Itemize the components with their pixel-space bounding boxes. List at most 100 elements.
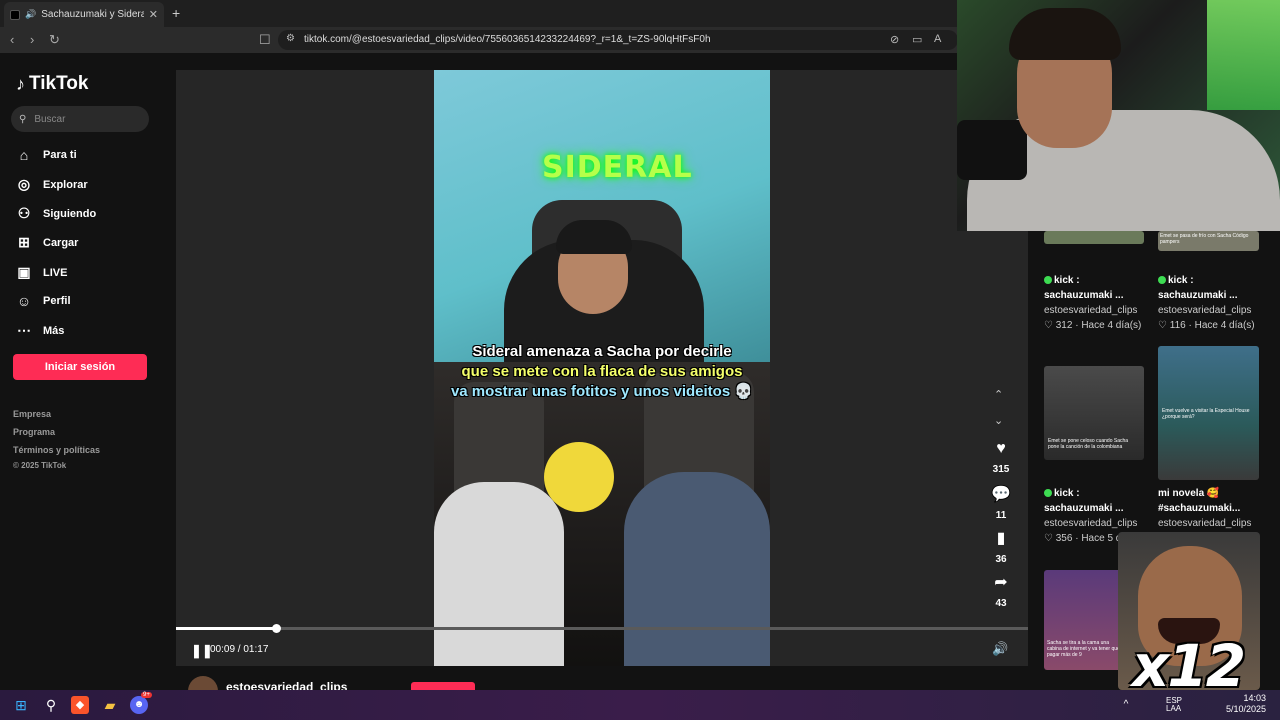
sidebar-item-explorar[interactable]: ◎ Explorar (15, 176, 88, 193)
site-info-icon[interactable]: ⚙ (286, 33, 295, 44)
video-caption: Sideral amenaza a Sacha por decirle que … (434, 342, 770, 402)
discord-icon[interactable]: ☻ (130, 696, 148, 714)
heart-icon: ♥ (996, 440, 1006, 457)
video-player[interactable]: SIDERAL Sideral amenaza a Sacha por deci… (176, 70, 1028, 666)
clock[interactable]: 14:03 5/10/2025 (1226, 693, 1266, 715)
sidebar-item-cargar[interactable]: ⊞ Cargar (15, 234, 78, 251)
volume-icon[interactable]: 🔊 (992, 641, 1008, 657)
upload-icon: ⊞ (18, 234, 30, 250)
caption-line-3: va mostrar unas fotitos y unos videitos … (450, 383, 754, 400)
comment-icon: 💬 (991, 486, 1011, 503)
video-thumbnail[interactable]: Emet se pone celoso cuando Sacha pone la… (1044, 366, 1144, 460)
streamer-webcam (957, 0, 1280, 231)
chevron-up-icon[interactable]: ⌃ (994, 388, 1003, 401)
heart-outline-icon: ♡ (1158, 320, 1167, 331)
clock-time: 14:03 (1243, 693, 1267, 703)
copyright: © 2025 TikTok (13, 461, 67, 470)
video-top-scene: SIDERAL (434, 70, 770, 362)
heart-outline-icon: ♡ (1044, 320, 1053, 331)
thumbnail-caption: Sacha se tira a la cama una cabina de in… (1047, 640, 1120, 658)
card-date: Hace 4 día(s) (1081, 320, 1142, 331)
search-icon: ⚲ (19, 113, 27, 125)
comment-button[interactable]: 💬 11 (988, 484, 1014, 521)
list-item[interactable]: kick : sachauzumaki ... estoesvariedad_c… (1158, 273, 1270, 333)
footer-link-empresa[interactable]: Empresa (13, 409, 51, 419)
chevron-down-icon[interactable]: ⌄ (994, 414, 1003, 427)
footer-link-programa[interactable]: Programa (13, 427, 55, 437)
browser-tab[interactable]: 🔊 Sachauzumaki y Sideral: Un V ✕ (4, 2, 164, 27)
video-thumbnail[interactable]: Emet se pasa de frío con Sacha Código pa… (1158, 231, 1259, 251)
layout-code: LAA (1166, 704, 1182, 713)
logo-text: TikTok (29, 73, 89, 94)
search-input[interactable]: ⚲ Buscar (11, 106, 149, 132)
sidebar-item-mas[interactable]: ⋯ Más (15, 322, 64, 339)
save-button[interactable]: ▮ 36 (988, 528, 1014, 565)
card-date: Hace 4 día(s) (1194, 320, 1255, 331)
list-item[interactable]: kick : sachauzumaki ... estoesvariedad_c… (1044, 273, 1152, 333)
list-item[interactable]: mi novela 🥰 #sachauzumaki... estoesvarie… (1158, 486, 1270, 531)
like-button[interactable]: ♥ 315 (988, 440, 1014, 475)
neon-sign: SIDERAL (542, 150, 693, 185)
tiktok-note-icon: ♪ (16, 73, 25, 94)
progress-fill (176, 627, 276, 630)
progress-track[interactable] (176, 627, 1028, 630)
meme-multiplier: x12 (1132, 632, 1246, 690)
heart-outline-icon: ♡ (1044, 533, 1053, 544)
login-button[interactable]: Iniciar sesión (13, 354, 147, 380)
tracking-icon[interactable]: ⊘ (890, 33, 899, 46)
passenger-middle (544, 442, 614, 512)
live-dot-icon (1044, 489, 1052, 497)
search-placeholder: Buscar (34, 113, 66, 125)
card-subtitle: sachauzumaki ... (1158, 290, 1238, 301)
file-explorer-icon[interactable]: ▰ (101, 696, 119, 714)
card-user: estoesvariedad_clips (1044, 518, 1138, 529)
person-hair (556, 220, 632, 254)
card-user: estoesvariedad_clips (1158, 518, 1252, 529)
comment-count: 11 (995, 510, 1007, 521)
card-title: mi novela 🥰 (1158, 488, 1220, 499)
translate-icon[interactable]: A (934, 33, 941, 45)
card-title: kick : (1168, 275, 1194, 286)
sidebar-item-live[interactable]: ▣ LIVE (15, 264, 67, 281)
live-dot-icon (1158, 276, 1166, 284)
video-thumbnail[interactable] (1044, 231, 1144, 244)
forward-icon[interactable]: › (30, 32, 34, 47)
sidebar-item-label: Perfil (43, 295, 71, 307)
video-thumbnail[interactable]: Sacha se tira a la cama una cabina de in… (1044, 570, 1124, 670)
back-icon[interactable]: ‹ (10, 32, 14, 47)
share-count: 43 (995, 598, 1007, 609)
caption-line-1: Sideral amenaza a Sacha por decirle (472, 343, 732, 360)
tray-chevron-up-icon[interactable]: ^ (1117, 696, 1135, 714)
progress-handle[interactable] (272, 624, 281, 633)
cast-icon[interactable]: ▭ (912, 33, 922, 46)
tiktok-logo[interactable]: ♪ TikTok (16, 73, 88, 95)
share-button[interactable]: ➦ 43 (988, 572, 1014, 609)
sidebar-item-label: Cargar (43, 236, 79, 249)
sidebar-item-label: Más (43, 324, 65, 337)
sidebar-item-siguiendo[interactable]: ⚇ Siguiendo (15, 205, 96, 222)
new-tab-button[interactable]: + (172, 5, 180, 21)
language-code: ESP (1166, 696, 1183, 705)
url-text: tiktok.com/@estoesvariedad_clips/video/7… (304, 34, 711, 45)
search-icon[interactable]: ⚲ (42, 696, 60, 714)
tab-close-icon[interactable]: ✕ (149, 8, 158, 21)
sidebar-item-perfil[interactable]: ☺ Perfil (15, 293, 71, 309)
reload-icon[interactable]: ↻ (49, 32, 60, 48)
following-icon: ⚇ (17, 205, 31, 221)
time-display: 00:09 / 01:17 (210, 644, 269, 655)
card-subtitle: #sachauzumaki... (1158, 503, 1241, 514)
url-bar[interactable]: ⚙ tiktok.com/@estoesvariedad_clips/video… (278, 30, 958, 50)
video-frame[interactable]: SIDERAL Sideral amenaza a Sacha por deci… (434, 70, 770, 666)
meme-overlay: x12 (1118, 532, 1260, 690)
sidebar-item-label: Explorar (43, 178, 88, 191)
sidebar-item-para-ti[interactable]: ⌂ Para ti (15, 147, 77, 163)
brave-browser-icon[interactable]: ◆ (71, 696, 89, 714)
thumbnail-caption: Emet se pone celoso cuando Sacha pone la… (1048, 438, 1129, 450)
footer-link-terminos[interactable]: Términos y políticas (13, 445, 100, 455)
keyboard-language[interactable]: ESP LAA (1166, 696, 1182, 713)
thumbnail-caption: Emet vuelve a visitar la Especial House … (1162, 408, 1250, 420)
card-user: estoesvariedad_clips (1158, 305, 1252, 316)
video-thumbnail[interactable]: Emet vuelve a visitar la Especial House … (1158, 346, 1259, 480)
bookmark-icon[interactable]: ☐ (259, 32, 271, 48)
windows-start-icon[interactable]: ⊞ (12, 696, 30, 714)
